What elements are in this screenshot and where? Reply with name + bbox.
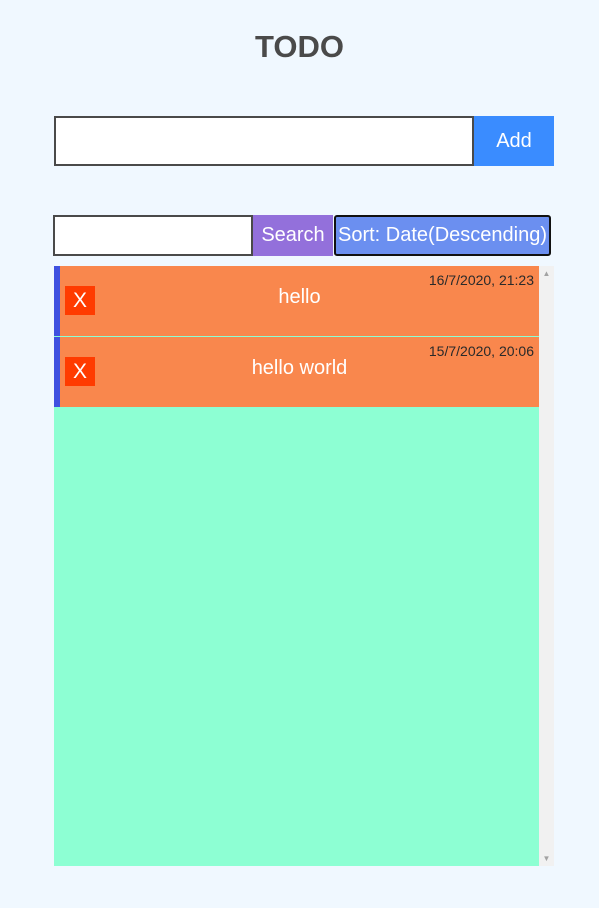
todo-item: X hello world 15/7/2020, 20:06 <box>54 337 539 407</box>
todo-list-panel: X hello 16/7/2020, 21:23 X hello world 1… <box>54 266 554 866</box>
todo-text: hello <box>278 286 321 308</box>
scroll-up-arrow-icon[interactable]: ▲ <box>539 266 554 281</box>
app-title: TODO <box>255 29 344 64</box>
search-input[interactable] <box>53 215 253 256</box>
scroll-down-arrow-icon[interactable]: ▼ <box>539 851 554 866</box>
todo-text: hello world <box>251 357 348 379</box>
sort-button[interactable]: Sort: Date(Descending) <box>334 215 551 256</box>
search-button[interactable]: Search <box>253 215 333 256</box>
todo-date: 15/7/2020, 20:06 <box>428 343 534 359</box>
todo-date: 16/7/2020, 21:23 <box>428 272 534 288</box>
todo-list[interactable]: X hello 16/7/2020, 21:23 X hello world 1… <box>54 266 539 866</box>
add-button[interactable]: Add <box>474 116 554 166</box>
list-scrollbar[interactable]: ▲ ▼ <box>539 266 554 866</box>
todo-item: X hello 16/7/2020, 21:23 <box>54 266 539 336</box>
new-todo-input[interactable] <box>54 116 474 166</box>
search-form: Search Sort: Date(Descending) <box>53 215 551 256</box>
add-todo-form: Add <box>54 116 554 166</box>
